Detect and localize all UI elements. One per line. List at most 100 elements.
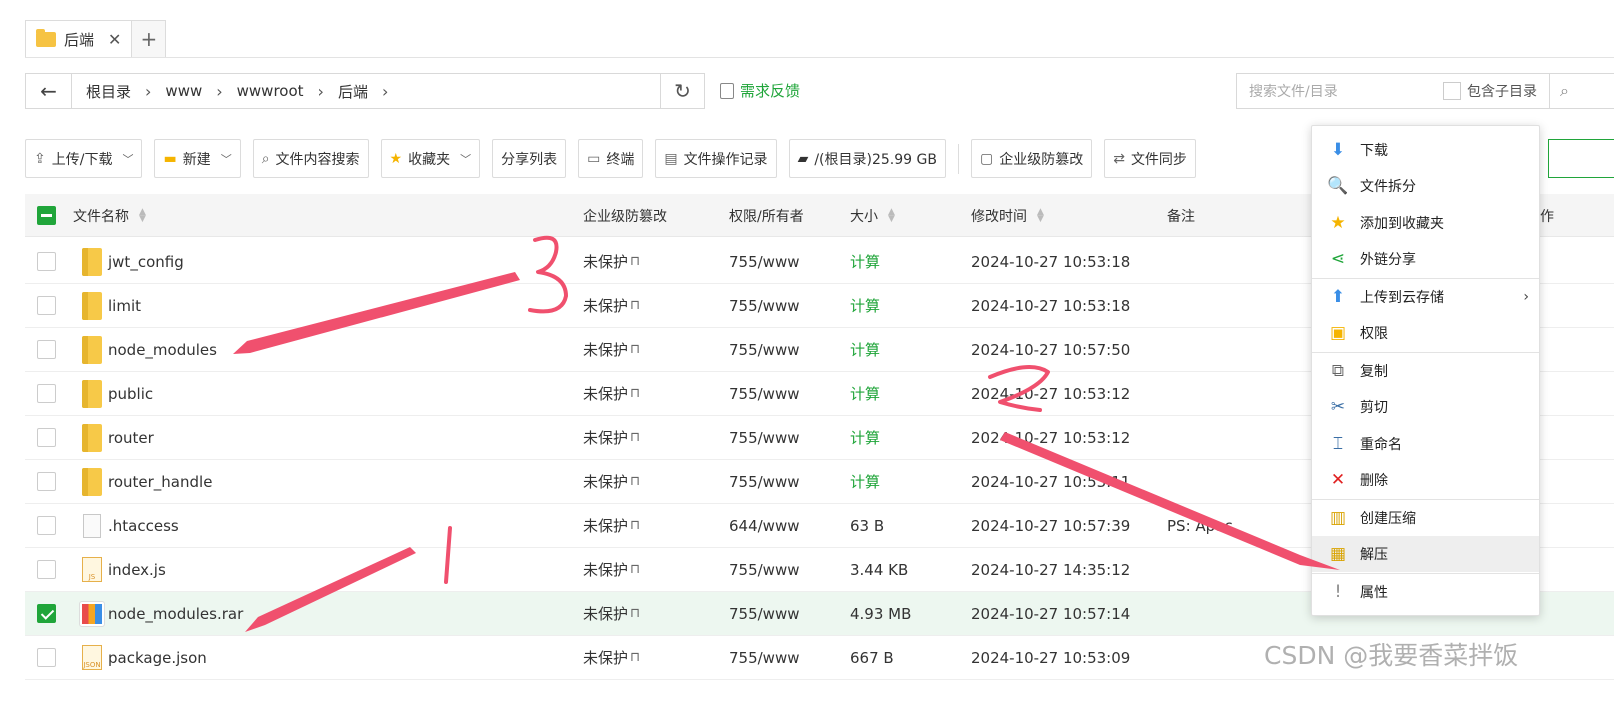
back-button[interactable]: ← (26, 74, 72, 108)
row-checkbox[interactable] (37, 296, 56, 315)
menu-item-info[interactable]: ! 属性 (1312, 574, 1539, 610)
crumb-houduan[interactable]: 后端 (332, 81, 374, 102)
file-size[interactable]: 计算 (850, 284, 880, 327)
menu-item-share[interactable]: ⋖ 外链分享 (1312, 241, 1539, 277)
disk-button[interactable]: ▰ /(根目录)25.99 GB (788, 139, 946, 178)
unlock-icon[interactable]: ⊓ (630, 342, 640, 357)
file-name[interactable]: package.json (108, 636, 207, 679)
menu-item-star[interactable]: ★ 添加到收藏夹 (1312, 205, 1539, 241)
crumb-root[interactable]: 根目录 (80, 81, 137, 102)
rar-file-icon (79, 600, 105, 627)
content-search-button[interactable]: ⌕ 文件内容搜索 (252, 139, 369, 178)
file-name[interactable]: router (108, 416, 154, 459)
row-checkbox[interactable] (37, 340, 56, 359)
column-name[interactable]: 文件名称 ▲ ▼ (73, 194, 146, 237)
new-button[interactable]: ▬ 新建 ﹀ (154, 139, 241, 178)
share-list-button[interactable]: 分享列表 (492, 139, 567, 178)
menu-item-compress[interactable]: ▥ 创建压缩 (1312, 500, 1539, 536)
row-checkbox[interactable] (37, 516, 56, 535)
sort-icon[interactable]: ▲ ▼ (1037, 207, 1044, 223)
menu-item-download[interactable]: ⬇ 下载 (1312, 132, 1539, 168)
permission[interactable]: 755/www (729, 240, 800, 283)
permission[interactable]: 755/www (729, 416, 800, 459)
file-size[interactable]: 计算 (850, 240, 880, 283)
file-name[interactable]: public (108, 372, 153, 415)
terminal-button[interactable]: ▭ 终端 (578, 139, 644, 178)
file-size[interactable]: 计算 (850, 416, 880, 459)
file-name[interactable]: .htaccess (108, 504, 179, 547)
menu-item-extract[interactable]: ▦ 解压 (1312, 536, 1539, 572)
upload-download-button[interactable]: ⇪ 上传/下载 ﹀ (25, 139, 143, 178)
sort-icon[interactable]: ▲ ▼ (888, 207, 895, 223)
menu-item-upload[interactable]: ⬆ 上传到云存储 › (1312, 279, 1539, 315)
permission[interactable]: 755/www (729, 372, 800, 415)
file-size[interactable]: 计算 (850, 372, 880, 415)
file-name[interactable]: router_handle (108, 460, 212, 503)
file-size[interactable]: 计算 (850, 460, 880, 503)
permission[interactable]: 755/www (729, 548, 800, 591)
file-name[interactable]: limit (108, 284, 141, 327)
folder-icon (82, 423, 102, 452)
unlock-icon[interactable]: ⊓ (630, 518, 640, 533)
search-input[interactable]: 搜索文件/目录 (1249, 81, 1439, 101)
menu-item-scissors[interactable]: ✂ 剪切 (1312, 389, 1539, 425)
file-name[interactable]: node_modules (108, 328, 217, 371)
select-all-box[interactable] (37, 206, 56, 225)
crumb-www[interactable]: www (159, 82, 208, 100)
tamper-button[interactable]: ▢ 企业级防篡改 (970, 139, 1093, 178)
add-tab-button[interactable]: + (132, 20, 167, 58)
unlock-icon[interactable]: ⊓ (630, 430, 640, 445)
unlock-icon[interactable]: ⊓ (630, 606, 640, 621)
permission[interactable]: 755/www (729, 284, 800, 327)
tab-houduan[interactable]: 后端 ✕ (25, 20, 133, 58)
chevron-right-icon[interactable]: › (310, 82, 332, 101)
chevron-right-icon[interactable]: › (208, 82, 230, 101)
unlock-icon[interactable]: ⊓ (630, 650, 640, 665)
file-name[interactable]: jwt_config (108, 240, 184, 283)
menu-item-magnifier[interactable]: 🔍 文件拆分 (1312, 168, 1539, 204)
new-folder-icon: ▬ (163, 150, 177, 167)
close-icon[interactable]: ✕ (108, 30, 121, 49)
permission[interactable]: 755/www (729, 460, 800, 503)
row-checkbox[interactable] (37, 384, 56, 403)
row-checkbox[interactable] (37, 648, 56, 667)
permission[interactable]: 755/www (729, 636, 800, 679)
menu-item-permission[interactable]: ▣ 权限 (1312, 315, 1539, 351)
column-mtime[interactable]: 修改时间 ▲ ▼ (971, 194, 1044, 237)
sort-icon[interactable]: ▲ ▼ (139, 207, 146, 223)
menu-item-copy[interactable]: ⧉ 复制 (1312, 353, 1539, 389)
refresh-button[interactable]: ↻ (660, 74, 704, 108)
note[interactable]: PS: Apac (1167, 504, 1233, 547)
permission[interactable]: 644/www (729, 504, 800, 547)
chevron-right-icon[interactable]: › (374, 82, 396, 101)
chevron-right-icon[interactable]: › (137, 82, 159, 101)
column-size[interactable]: 大小 ▲ ▼ (850, 194, 895, 237)
file-name[interactable]: index.js (108, 548, 166, 591)
row-checkbox[interactable] (37, 604, 56, 623)
unlock-icon[interactable]: ⊓ (630, 254, 640, 269)
view-toggle-button[interactable] (1548, 139, 1614, 178)
unlock-icon[interactable]: ⊓ (630, 386, 640, 401)
row-checkbox[interactable] (37, 560, 56, 579)
row-checkbox[interactable] (37, 472, 56, 491)
feedback-link[interactable]: 需求反馈 (720, 80, 800, 101)
menu-item-delete[interactable]: ✕ 删除 (1312, 462, 1539, 498)
menu-item-rename[interactable]: ⌶ 重命名 (1312, 426, 1539, 462)
file-name[interactable]: node_modules.rar (108, 592, 243, 635)
permission[interactable]: 755/www (729, 328, 800, 371)
row-checkbox[interactable] (37, 428, 56, 447)
unlock-icon[interactable]: ⊓ (630, 562, 640, 577)
search-icon[interactable]: ⌕ (1549, 74, 1579, 108)
op-log-button[interactable]: ▤ 文件操作记录 (655, 139, 777, 178)
include-subdir-checkbox[interactable] (1443, 82, 1461, 100)
row-checkbox[interactable] (37, 252, 56, 271)
permission[interactable]: 755/www (729, 592, 800, 635)
sync-button[interactable]: ⇄ 文件同步 (1104, 139, 1196, 178)
favorites-button[interactable]: ★ 收藏夹 ﹀ (380, 139, 481, 178)
crumb-wwwroot[interactable]: wwwroot (231, 82, 310, 100)
search-icon: ⌕ (261, 150, 270, 167)
select-all-checkbox[interactable] (37, 194, 56, 237)
unlock-icon[interactable]: ⊓ (630, 298, 640, 313)
file-size[interactable]: 计算 (850, 328, 880, 371)
unlock-icon[interactable]: ⊓ (630, 474, 640, 489)
